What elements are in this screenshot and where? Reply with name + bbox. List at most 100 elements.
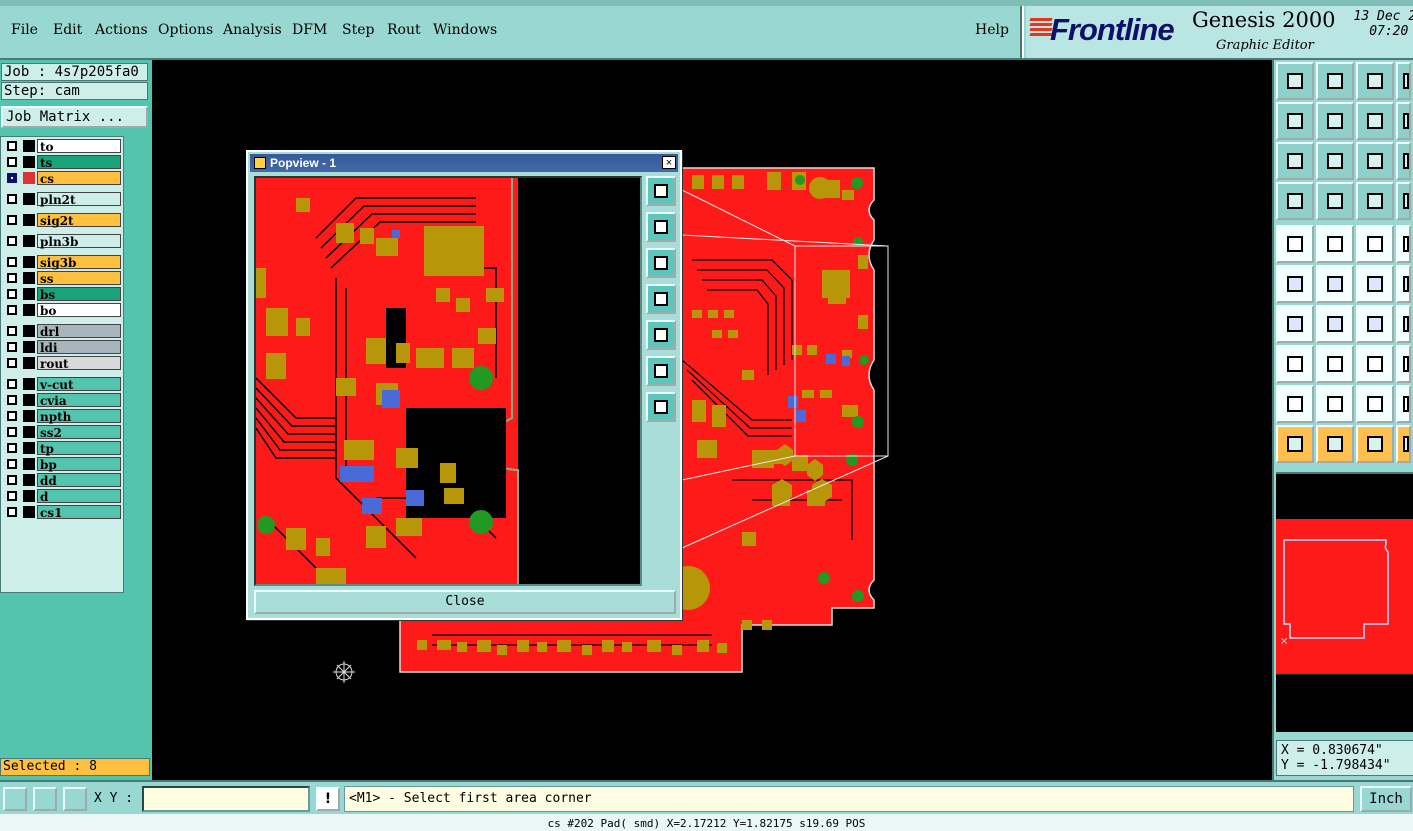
tool-button[interactable] <box>1396 385 1411 423</box>
layer-affected-marker[interactable] <box>23 304 35 316</box>
layer-checkbox[interactable] <box>7 475 17 485</box>
layer-affected-marker[interactable] <box>23 214 35 226</box>
layer-affected-marker[interactable] <box>23 506 35 518</box>
window-menu-icon[interactable] <box>254 157 266 169</box>
layer-name[interactable]: cvia <box>37 393 121 408</box>
layer-checkbox[interactable] <box>7 443 17 453</box>
layer-affected-marker[interactable] <box>23 357 35 369</box>
tool-button[interactable] <box>1276 142 1314 180</box>
tool-button[interactable] <box>1316 385 1354 423</box>
tool-button[interactable] <box>1276 265 1314 303</box>
layer-row[interactable]: d <box>3 489 121 504</box>
layer-name[interactable]: v-cut <box>37 377 121 392</box>
layer-row[interactable]: sig2t <box>3 213 121 228</box>
layer-name[interactable]: cs1 <box>37 505 121 520</box>
tool-button[interactable] <box>1356 225 1394 263</box>
layer-name[interactable]: pln3b <box>37 234 121 249</box>
layer-row[interactable]: bo <box>3 303 121 318</box>
layer-row[interactable]: pln2t <box>3 192 121 207</box>
menu-analysis[interactable]: Analysis <box>223 22 282 38</box>
layer-name[interactable]: tp <box>37 441 121 456</box>
layer-name[interactable]: ss <box>37 271 121 286</box>
layer-checkbox[interactable] <box>7 411 17 421</box>
layer-name[interactable]: bs <box>37 287 121 302</box>
tool-button[interactable] <box>1276 345 1314 383</box>
layer-affected-marker[interactable] <box>23 288 35 300</box>
layer-checkbox[interactable] <box>7 157 17 167</box>
layer-name[interactable]: ts <box>37 155 121 170</box>
layer-name[interactable]: d <box>37 489 121 504</box>
tool-button[interactable] <box>1316 62 1354 100</box>
layer-checkbox[interactable] <box>7 289 17 299</box>
menu-dfm[interactable]: DFM <box>292 22 327 38</box>
layer-name[interactable]: drl <box>37 324 121 339</box>
layer-affected-marker[interactable] <box>23 378 35 390</box>
snap-tool-button[interactable] <box>3 787 27 811</box>
menu-file[interactable]: File <box>11 22 38 38</box>
tool-button[interactable] <box>1356 142 1394 180</box>
tool-button[interactable] <box>1276 182 1314 220</box>
layer-row[interactable]: dd <box>3 473 121 488</box>
layer-row[interactable]: ss2 <box>3 425 121 440</box>
layer-affected-marker[interactable] <box>23 490 35 502</box>
close-icon[interactable]: × <box>662 156 676 169</box>
tool-button[interactable] <box>1316 305 1354 343</box>
pv-pan-down-button[interactable] <box>646 248 676 278</box>
pv-zoom-out-button[interactable] <box>646 356 676 386</box>
work-layer-arrow-icon[interactable] <box>23 172 35 184</box>
job-matrix-button[interactable]: Job Matrix ... <box>1 106 148 128</box>
menu-edit[interactable]: Edit <box>53 22 82 38</box>
layer-name[interactable]: ss2 <box>37 425 121 440</box>
menu-options[interactable]: Options <box>158 22 213 38</box>
menu-windows[interactable]: Windows <box>433 22 497 38</box>
layer-row[interactable]: cs <box>3 171 121 186</box>
tool-button[interactable] <box>1356 102 1394 140</box>
layer-checkbox[interactable] <box>7 305 17 315</box>
layer-checkbox[interactable] <box>7 194 17 204</box>
menu-rout[interactable]: Rout <box>387 22 421 38</box>
layer-name[interactable]: ldi <box>37 340 121 355</box>
layer-affected-marker[interactable] <box>23 426 35 438</box>
layer-checkbox[interactable] <box>7 379 17 389</box>
layer-affected-marker[interactable] <box>23 341 35 353</box>
layer-name[interactable]: cs <box>37 171 121 186</box>
layer-row[interactable]: bs <box>3 287 121 302</box>
layer-affected-marker[interactable] <box>23 235 35 247</box>
layer-checkbox[interactable] <box>7 507 17 517</box>
layer-affected-marker[interactable] <box>23 410 35 422</box>
layer-row[interactable]: sig3b <box>3 255 121 270</box>
tool-button[interactable] <box>1276 385 1314 423</box>
layer-affected-marker[interactable] <box>23 458 35 470</box>
layer-affected-marker[interactable] <box>23 474 35 486</box>
tool-button[interactable] <box>1396 62 1411 100</box>
layer-checkbox[interactable] <box>7 273 17 283</box>
tool-button[interactable] <box>1396 142 1411 180</box>
tool-button[interactable] <box>1356 305 1394 343</box>
layer-row[interactable]: to <box>3 139 121 154</box>
alert-button[interactable]: ! <box>316 787 340 811</box>
tool-button[interactable] <box>1396 425 1411 463</box>
layer-affected-marker[interactable] <box>23 394 35 406</box>
layer-name[interactable]: sig2t <box>37 213 121 228</box>
layer-affected-marker[interactable] <box>23 442 35 454</box>
pv-zoom-area-button[interactable] <box>646 176 676 206</box>
layer-checkbox[interactable] <box>7 342 17 352</box>
tool-button[interactable] <box>1356 385 1394 423</box>
unit-button[interactable]: Inch <box>1360 786 1412 812</box>
layer-affected-marker[interactable] <box>23 256 35 268</box>
layer-row[interactable]: tp <box>3 441 121 456</box>
tool-button[interactable] <box>1396 102 1411 140</box>
layer-name[interactable]: bp <box>37 457 121 472</box>
tool-button[interactable] <box>1316 345 1354 383</box>
pv-pan-right-button[interactable] <box>646 320 676 350</box>
layer-affected-marker[interactable] <box>23 272 35 284</box>
layer-row[interactable]: ts <box>3 155 121 170</box>
layer-checkbox[interactable] <box>7 326 17 336</box>
tool-button[interactable] <box>1276 225 1314 263</box>
layer-checkbox[interactable] <box>7 236 17 246</box>
tool-button[interactable] <box>1316 225 1354 263</box>
tool-button[interactable] <box>1316 142 1354 180</box>
tool-button[interactable] <box>1396 265 1411 303</box>
layer-affected-marker[interactable] <box>23 140 35 152</box>
menu-step[interactable]: Step <box>342 22 374 38</box>
